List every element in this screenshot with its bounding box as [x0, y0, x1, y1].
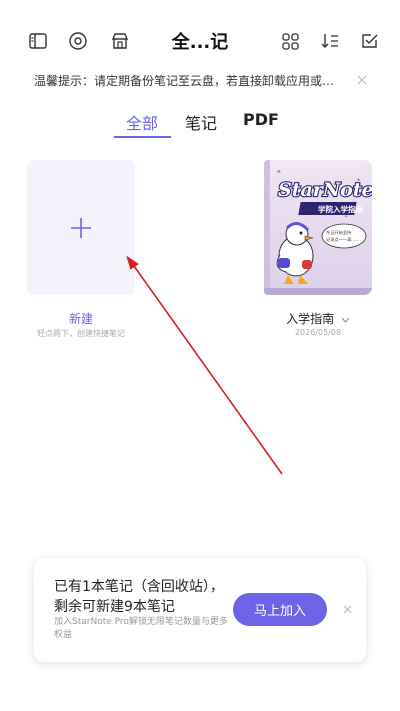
tab-notes[interactable]: 笔记 — [185, 110, 217, 134]
notice-close-icon[interactable] — [352, 70, 372, 90]
banner-close-icon[interactable] — [338, 600, 356, 618]
store-icon[interactable] — [109, 30, 131, 52]
svg-text:✦: ✦ — [276, 168, 282, 176]
notebook-cover[interactable]: ✦ ✦ ✦ StarNote 学院入学指南 今日开始坚持 记录点一一滴…… — [264, 160, 372, 295]
join-now-button[interactable]: 马上加入 — [233, 593, 327, 626]
sort-icon[interactable] — [319, 30, 341, 52]
upgrade-banner: 已有1本笔记（含回收站）， 剩余可新建9本笔记 加入StarNote Pro解锁… — [34, 558, 366, 662]
sidebar-toggle-icon[interactable] — [27, 30, 49, 52]
cover-title: StarNote — [278, 179, 372, 201]
active-tab-indicator — [114, 136, 171, 138]
filter-tabs: 全部 笔记 PDF — [0, 110, 400, 140]
new-note-card[interactable] — [27, 160, 135, 295]
notebook-date: 2026/05/08 — [294, 328, 342, 337]
new-note-label[interactable]: 新建 — [27, 310, 135, 327]
grid-view-icon[interactable] — [279, 30, 301, 52]
cover-bubble-line1: 今日开始坚持 — [326, 229, 351, 236]
plus-icon — [71, 217, 91, 238]
backup-notice-text: 温馨提示：请定期备份笔记至云盘，若直接卸载应用或重... — [34, 74, 339, 88]
page-title: 全...记 — [171, 32, 229, 53]
top-toolbar: 全...记 — [0, 0, 400, 80]
cover-subtitle: 学院入学指南 — [318, 204, 363, 214]
tab-pdf[interactable]: PDF — [243, 110, 279, 129]
chevron-down-icon[interactable] — [341, 317, 350, 323]
banner-description: 加入StarNote Pro解锁无限笔记数量与更多权益 — [54, 617, 228, 640]
banner-remaining: 剩余可新建9本笔记 — [54, 599, 175, 615]
cover-bubble-line2: 记录点一一滴…… — [326, 236, 360, 243]
select-mode-icon[interactable] — [359, 30, 381, 52]
settings-icon[interactable] — [67, 30, 89, 52]
tab-all[interactable]: 全部 — [126, 110, 158, 134]
banner-note-count: 已有1本笔记（含回收站）， — [54, 579, 224, 595]
new-note-hint: 轻点两下，创建快捷笔记 — [37, 329, 125, 338]
notebook-name[interactable]: 入学指南 — [264, 310, 372, 327]
notebook-name-text: 入学指南 — [286, 312, 335, 326]
